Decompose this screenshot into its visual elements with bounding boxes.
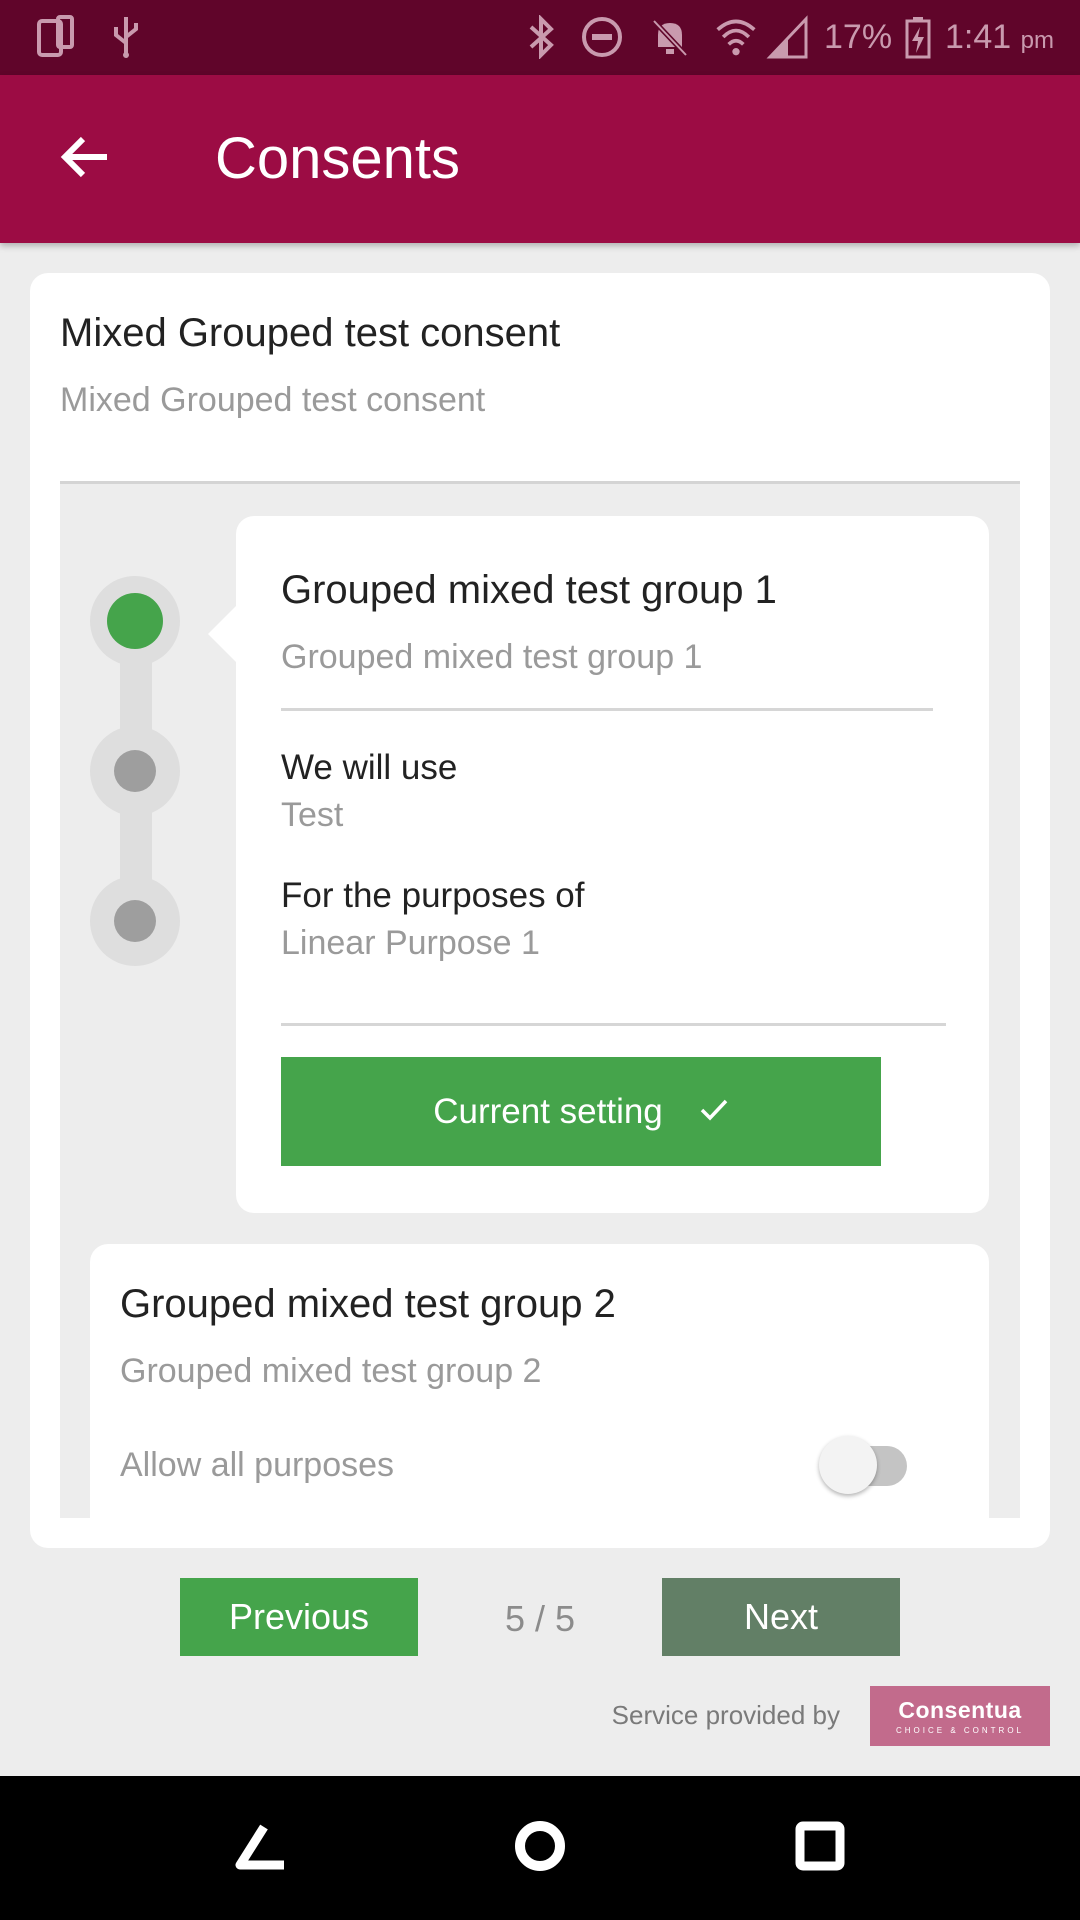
nav-back-button[interactable] <box>218 1806 302 1890</box>
step-dot <box>114 900 156 942</box>
group-1-card: Grouped mixed test group 1 Grouped mixed… <box>208 516 989 1213</box>
next-button[interactable]: Next <box>662 1578 900 1656</box>
signal-icon <box>766 14 810 60</box>
clock: 1:41 pm <box>945 18 1054 56</box>
group-2-subtitle: Grouped mixed test group 2 <box>120 1352 542 1390</box>
allow-all-toggle[interactable] <box>819 1434 915 1494</box>
nav-recents-button[interactable] <box>778 1806 862 1890</box>
consent-title: Mixed Grouped test consent <box>60 311 561 355</box>
usb-icon <box>104 14 148 60</box>
toggle-thumb <box>819 1436 877 1494</box>
battery-charging-icon <box>896 14 940 60</box>
check-icon <box>699 1092 729 1132</box>
consent-subtitle: Mixed Grouped test consent <box>60 381 486 419</box>
brand-tagline: CHOICE & CONTROL <box>895 1726 1024 1735</box>
divider <box>281 708 933 711</box>
divider <box>281 1023 946 1026</box>
navigation-bar <box>0 1776 1080 1920</box>
current-setting-button[interactable]: Current setting <box>281 1057 881 1166</box>
purpose-label: For the purposes of <box>281 876 585 915</box>
consent-card: Mixed Grouped test consent Mixed Grouped… <box>30 273 1050 1548</box>
consentua-logo[interactable]: Consentua CHOICE & CONTROL <box>870 1686 1050 1746</box>
allow-all-label: Allow all purposes <box>120 1446 395 1484</box>
arrow-back-icon <box>59 133 111 186</box>
service-provided-text: Service provided by <box>611 1700 840 1730</box>
group-2-title: Grouped mixed test group 2 <box>120 1282 616 1326</box>
app-bar: Consents <box>0 75 1080 243</box>
wifi-icon <box>714 14 758 60</box>
battery-percent: 17% <box>824 18 893 56</box>
use-value: Test <box>281 796 344 834</box>
group-2-card: Grouped mixed test group 2 Grouped mixed… <box>90 1244 989 1518</box>
phone-icon <box>34 14 78 60</box>
step-dot <box>107 593 163 649</box>
group-1-title: Grouped mixed test group 1 <box>281 568 777 612</box>
page-title: Consents <box>215 126 461 191</box>
current-setting-label: Current setting <box>433 1091 663 1131</box>
home-circle-icon <box>512 1818 568 1879</box>
step-dot <box>114 750 156 792</box>
stepper-step-3[interactable] <box>90 876 180 966</box>
brand-name: Consentua <box>898 1697 1022 1723</box>
group-list[interactable]: Grouped mixed test group 1 Grouped mixed… <box>60 481 1020 1518</box>
do-not-disturb-icon <box>580 14 624 60</box>
previous-button[interactable]: Previous <box>180 1578 418 1656</box>
nav-back-icon <box>230 1821 290 1876</box>
page-indicator: 5 / 5 <box>504 1598 576 1639</box>
stepper-step-1[interactable] <box>90 576 180 666</box>
status-bar: 17% 1:41 pm <box>0 0 1080 75</box>
notifications-off-icon <box>648 14 692 60</box>
bluetooth-icon <box>520 14 564 60</box>
stepper-step-2[interactable] <box>90 726 180 816</box>
group-1-subtitle: Grouped mixed test group 1 <box>281 638 703 676</box>
back-button[interactable] <box>40 119 130 199</box>
purpose-value: Linear Purpose 1 <box>281 924 540 962</box>
card-pointer <box>208 606 236 662</box>
use-label: We will use <box>281 748 458 787</box>
nav-home-button[interactable] <box>498 1806 582 1890</box>
recents-square-icon <box>794 1820 846 1877</box>
